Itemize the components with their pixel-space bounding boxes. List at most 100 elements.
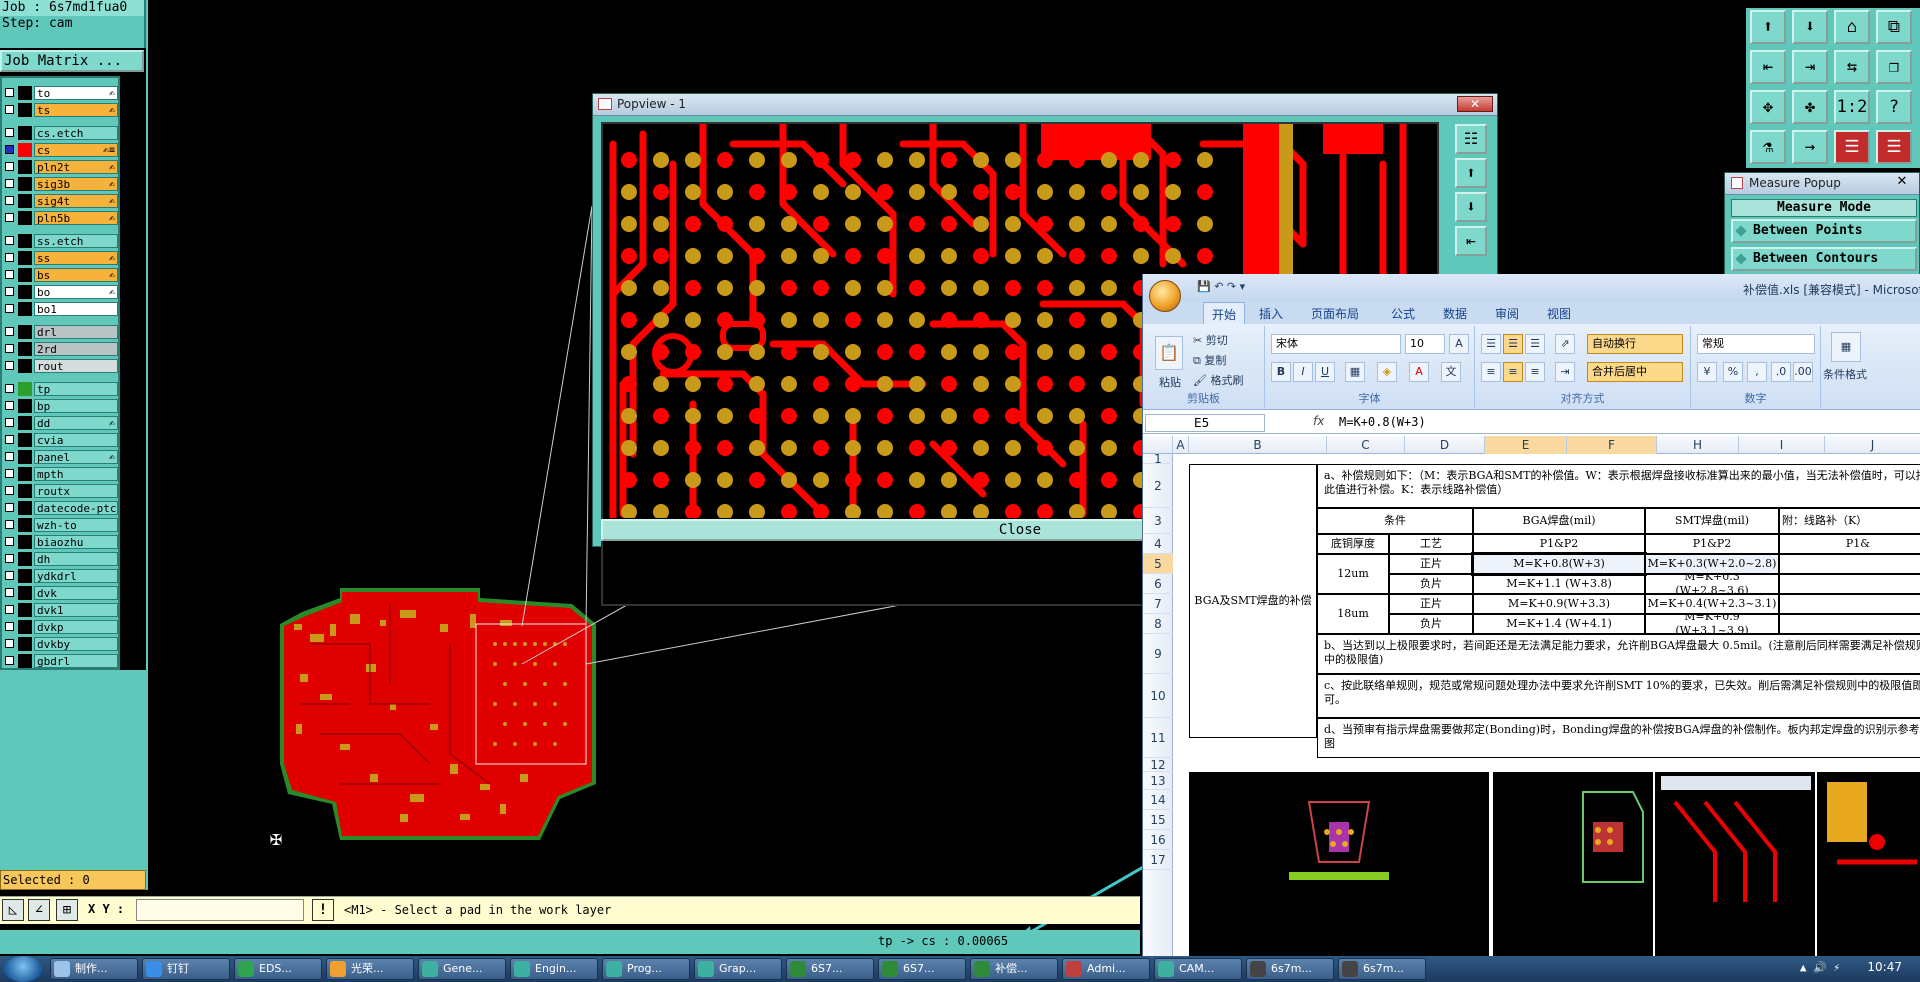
column-header[interactable]: A: [1173, 436, 1189, 454]
embedded-image-bonding-4[interactable]: [1817, 772, 1920, 970]
taskbar-item[interactable]: CAM...: [1154, 958, 1242, 980]
bga-pad[interactable]: [909, 376, 925, 392]
bga-pad[interactable]: [1005, 472, 1021, 488]
bga-pad[interactable]: [1037, 312, 1053, 328]
bga-pad[interactable]: [749, 472, 765, 488]
bga-pad[interactable]: [1101, 408, 1117, 424]
bga-pad[interactable]: [1133, 184, 1149, 200]
copy-button[interactable]: ⧉ 复制: [1193, 352, 1226, 368]
bga-pad[interactable]: [781, 440, 797, 456]
cell-B2-group[interactable]: BGA及SMT焊盘的补偿: [1189, 464, 1317, 738]
bga-pad[interactable]: [1037, 440, 1053, 456]
cell-smt-pad[interactable]: SMT焊盘(mil): [1645, 508, 1779, 534]
row-header[interactable]: 11: [1143, 718, 1173, 758]
bga-pad[interactable]: [1197, 152, 1213, 168]
bga-pad[interactable]: [877, 216, 893, 232]
bga-pad[interactable]: [813, 248, 829, 264]
popview-titlebar[interactable]: Popview - 1 ✕: [593, 94, 1497, 116]
bga-pad[interactable]: [909, 408, 925, 424]
bga-pad[interactable]: [621, 248, 637, 264]
cell-condition[interactable]: 条件: [1317, 508, 1473, 534]
bga-pad[interactable]: [1069, 248, 1085, 264]
cell-note-head[interactable]: 附：线路补（K）: [1779, 508, 1920, 534]
bga-pad[interactable]: [1005, 376, 1021, 392]
bga-pad[interactable]: [781, 344, 797, 360]
bga-pad[interactable]: [749, 408, 765, 424]
cell-rule-b[interactable]: b、当达到以上极限要求时，若间距还是无法满足能力要求，允许削BGA焊盘最大 0.…: [1317, 634, 1920, 674]
info-icon[interactable]: !: [312, 899, 334, 921]
bga-pad[interactable]: [1165, 184, 1181, 200]
bga-pad[interactable]: [621, 472, 637, 488]
column-header[interactable]: F: [1567, 436, 1657, 454]
measure-close-icon[interactable]: ✕: [1889, 174, 1915, 192]
view-tool-11-icon[interactable]: 1:2: [1834, 90, 1870, 124]
popview-zoom-in-icon[interactable]: ☷: [1455, 124, 1487, 154]
bga-pad[interactable]: [1165, 152, 1181, 168]
bga-pad[interactable]: [877, 408, 893, 424]
bga-pad[interactable]: [1005, 280, 1021, 296]
bga-pad[interactable]: [941, 344, 957, 360]
number-format-select[interactable]: 常规: [1697, 334, 1815, 354]
cell-J8[interactable]: 1.: [1779, 614, 1920, 634]
bga-pad[interactable]: [749, 152, 765, 168]
snap-icon[interactable]: ◺: [2, 899, 24, 921]
bga-pad[interactable]: [941, 152, 957, 168]
bga-pad[interactable]: [781, 408, 797, 424]
bga-pad[interactable]: [653, 216, 669, 232]
column-header[interactable]: E: [1485, 436, 1567, 454]
bga-pad[interactable]: [813, 440, 829, 456]
phonetic-icon[interactable]: 文: [1441, 362, 1461, 382]
row-header[interactable]: 2: [1143, 464, 1173, 508]
bga-pad[interactable]: [1133, 248, 1149, 264]
bga-pad[interactable]: [781, 216, 797, 232]
bga-pad[interactable]: [941, 248, 957, 264]
popview-pan-down-icon[interactable]: ⬇: [1455, 192, 1487, 222]
bga-pad[interactable]: [749, 248, 765, 264]
cell-negative[interactable]: 负片: [1389, 574, 1473, 594]
bga-pad[interactable]: [1005, 408, 1021, 424]
align-center-icon[interactable]: ≡: [1503, 362, 1523, 382]
bga-pad[interactable]: [909, 184, 925, 200]
xy-input[interactable]: [136, 899, 304, 921]
cell-smt-p1p2[interactable]: P1&P2: [1645, 534, 1779, 554]
bga-pad[interactable]: [685, 376, 701, 392]
bga-pad[interactable]: [1101, 472, 1117, 488]
format-painter-button[interactable]: 🖌 格式刷: [1193, 372, 1243, 388]
system-tray[interactable]: ▲ 🔊 ⚡: [1800, 961, 1840, 974]
taskbar-item[interactable]: Grap...: [694, 958, 782, 980]
bga-pad[interactable]: [1069, 216, 1085, 232]
grid-icon[interactable]: ⊞: [56, 899, 78, 921]
bga-pad[interactable]: [1165, 248, 1181, 264]
bga-pad[interactable]: [717, 440, 733, 456]
bga-pad[interactable]: [1133, 152, 1149, 168]
bga-pad[interactable]: [685, 248, 701, 264]
bga-pad[interactable]: [621, 408, 637, 424]
bga-pad[interactable]: [749, 216, 765, 232]
bga-pad[interactable]: [909, 248, 925, 264]
row-header[interactable]: 7: [1143, 594, 1173, 614]
bga-pad[interactable]: [717, 472, 733, 488]
bga-pad[interactable]: [813, 344, 829, 360]
align-top-icon[interactable]: ☰: [1481, 334, 1501, 354]
taskbar-item[interactable]: Engin...: [510, 958, 598, 980]
row-header[interactable]: 13: [1143, 772, 1173, 790]
bga-pad[interactable]: [973, 312, 989, 328]
bga-pad[interactable]: [1037, 184, 1053, 200]
bga-pad[interactable]: [845, 280, 861, 296]
bga-pad[interactable]: [845, 184, 861, 200]
row-header[interactable]: 17: [1143, 850, 1173, 870]
column-header[interactable]: D: [1405, 436, 1485, 454]
cell-positive[interactable]: 正片: [1389, 594, 1473, 614]
cell-bga-pad[interactable]: BGA焊盘(mil): [1473, 508, 1645, 534]
cell-process[interactable]: 工艺: [1389, 534, 1473, 554]
orientation-icon[interactable]: ⇗: [1555, 334, 1575, 354]
taskbar-item[interactable]: 6s7m...: [1338, 958, 1426, 980]
bga-pad[interactable]: [1101, 344, 1117, 360]
bga-pad[interactable]: [941, 408, 957, 424]
bga-pad[interactable]: [909, 280, 925, 296]
bga-pad[interactable]: [621, 152, 637, 168]
taskbar-item[interactable]: 6S7...: [878, 958, 966, 980]
bga-pad[interactable]: [685, 184, 701, 200]
bga-pad[interactable]: [877, 344, 893, 360]
bga-pad[interactable]: [717, 184, 733, 200]
